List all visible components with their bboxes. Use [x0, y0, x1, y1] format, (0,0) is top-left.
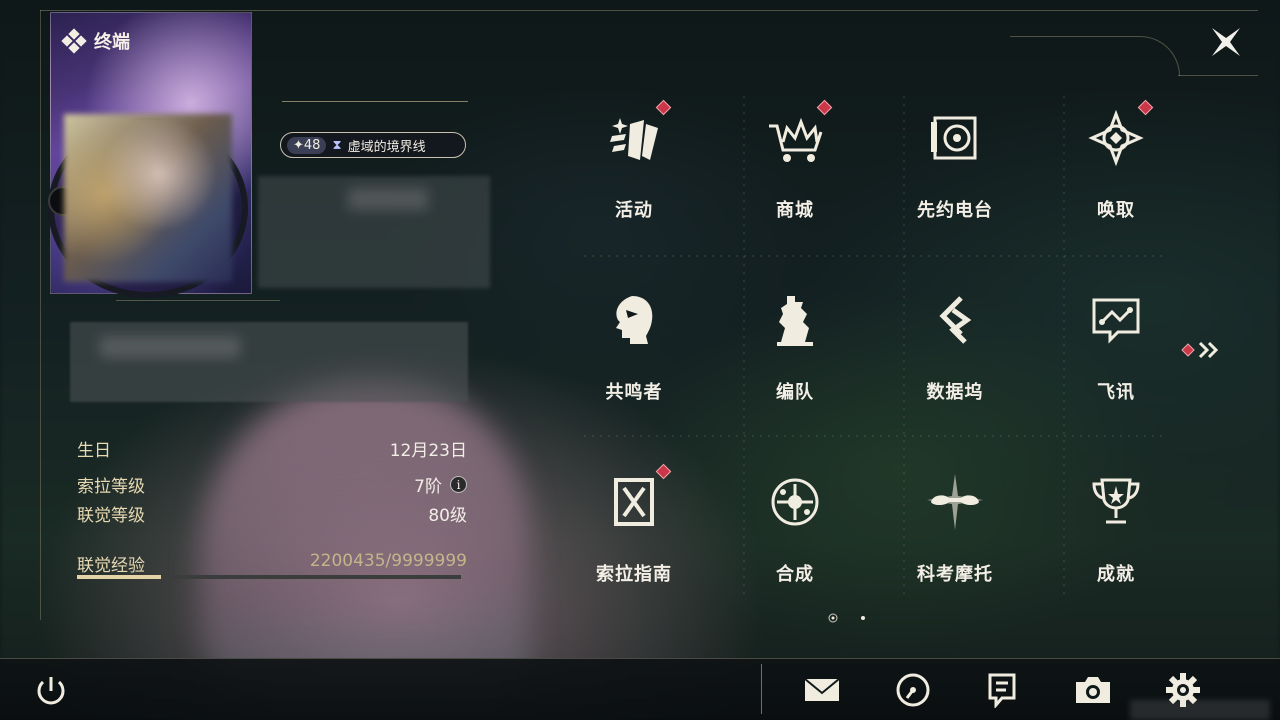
sola-level-label: 索拉等级	[77, 477, 145, 497]
sola-level-value: 7阶	[414, 477, 442, 497]
player-signature-blurred[interactable]	[70, 322, 468, 402]
terminal-diamond-icon	[61, 28, 87, 54]
divider-line	[116, 300, 280, 301]
terminal-header: 终端	[61, 28, 130, 54]
menu-item-label: 科考摩托	[917, 564, 993, 585]
menu-item-label: 数据坞	[926, 382, 984, 403]
avatar[interactable]	[64, 114, 232, 282]
notice-icon[interactable]	[982, 670, 1022, 710]
menu-item-label: 商城	[776, 200, 814, 221]
menu-item-label: 合成	[776, 564, 814, 585]
union-level-value: 80级	[428, 506, 467, 526]
menu-item-label: 成就	[1097, 564, 1135, 585]
menu-item-resonators[interactable]: 共鸣者	[564, 278, 704, 428]
frame-line-left	[40, 10, 41, 620]
power-icon[interactable]	[32, 672, 70, 710]
synthesis-icon	[763, 470, 827, 534]
menu-item-data-bank[interactable]: 数据坞	[885, 278, 1025, 428]
union-exp-label: 联觉经验	[77, 556, 145, 576]
frame-line-top	[40, 10, 1258, 11]
data-bank-icon	[923, 288, 987, 352]
message-icon	[1084, 288, 1148, 352]
menu-item-label: 唤取	[1097, 200, 1135, 221]
menu-item-convene[interactable]: 唤取	[1046, 96, 1186, 246]
menu-item-guide[interactable]: 索拉指南	[564, 460, 704, 610]
menu-item-synthesis[interactable]: 合成	[725, 460, 865, 610]
convene-icon	[1084, 106, 1148, 170]
birthday-row: 生日 12月23日	[77, 436, 467, 461]
trophy-icon	[1084, 470, 1148, 534]
menu-item-shop[interactable]: 商城	[725, 96, 865, 246]
menu-item-team[interactable]: 编队	[725, 278, 865, 428]
level-badge[interactable]: ✦48 ⧗ 虚域的境界线	[280, 132, 466, 158]
frame-corner-curve	[1010, 36, 1180, 76]
shop-icon	[763, 106, 827, 170]
birthday-value: 12月23日	[389, 441, 467, 461]
menu-item-motorcycle[interactable]: 科考摩托	[885, 460, 1025, 610]
close-icon[interactable]	[1208, 24, 1244, 60]
menu-item-radio[interactable]: 先约电台	[885, 96, 1025, 246]
union-exp-bar-fill	[77, 575, 162, 579]
page-title: 终端	[94, 32, 130, 53]
event-icon	[602, 106, 666, 170]
birthday-label: 生日	[77, 441, 111, 461]
union-level-row: 联觉等级 80级	[77, 501, 467, 526]
hourglass-icon: ⧗	[332, 137, 342, 153]
menu-item-label: 活动	[615, 200, 653, 221]
union-exp-value: 2200435/9999999	[309, 551, 467, 571]
union-level-label: 联觉等级	[77, 506, 145, 526]
radio-icon	[923, 106, 987, 170]
menu-item-achievements[interactable]: 成就	[1046, 460, 1186, 610]
page-indicator[interactable]	[826, 612, 870, 624]
menu-item-label: 索拉指南	[596, 564, 672, 585]
divider-line	[282, 101, 468, 102]
camera-icon[interactable]	[1073, 670, 1113, 710]
info-icon[interactable]: i	[450, 476, 467, 493]
union-exp-row: 联觉经验 2200435/9999999	[77, 551, 467, 576]
menu-item-messages[interactable]: 飞讯	[1046, 278, 1186, 428]
team-icon	[763, 288, 827, 352]
sola-level-row: 索拉等级 7阶 i	[77, 472, 467, 497]
union-exp-bar	[77, 575, 461, 579]
mail-icon[interactable]	[802, 670, 842, 710]
frame-line-right	[1178, 75, 1258, 76]
resonator-icon	[602, 288, 666, 352]
sola-level-value-wrap: 7阶 i	[414, 472, 467, 497]
bottom-divider	[761, 664, 762, 714]
guide-icon	[602, 470, 666, 534]
menu-item-label: 共鸣者	[605, 382, 663, 403]
menu-item-label: 飞讯	[1097, 382, 1135, 403]
watermark-blur	[1130, 700, 1270, 720]
level-value: ✦48	[287, 136, 327, 154]
next-page-arrows-icon[interactable]	[1180, 338, 1224, 362]
menu-item-events[interactable]: 活动	[564, 96, 704, 246]
clock-icon[interactable]	[893, 670, 933, 710]
player-name-blurred	[258, 176, 490, 288]
badge-name: 虚域的境界线	[347, 139, 426, 155]
menu-item-label: 先约电台	[917, 200, 993, 221]
menu-item-label: 编队	[776, 382, 814, 403]
motorcycle-icon	[923, 470, 987, 534]
